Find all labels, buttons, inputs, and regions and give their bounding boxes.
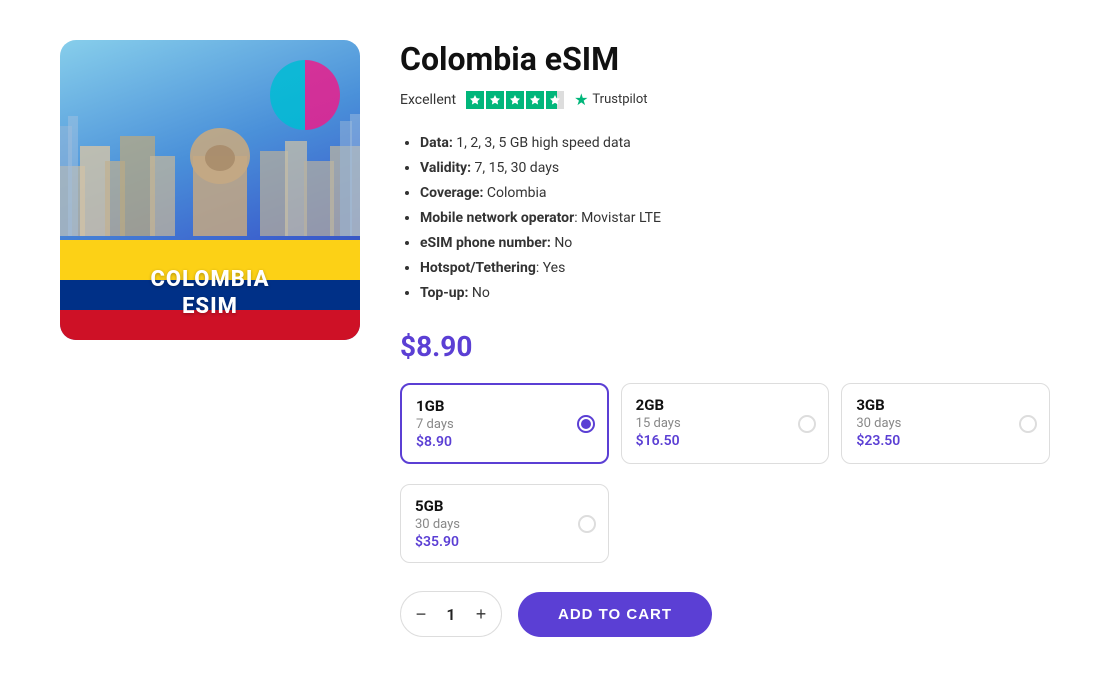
- star-5-half: [546, 91, 564, 109]
- trustpilot-logo: ★ Trustpilot: [574, 90, 647, 109]
- feature-data: Data: 1, 2, 3, 5 GB high speed data: [420, 133, 1050, 154]
- star-3: [506, 91, 524, 109]
- plan-3gb-name: 3GB: [856, 396, 1035, 414]
- plan-2gb[interactable]: 2GB 15 days $16.50: [621, 383, 830, 464]
- plan-2gb-name: 2GB: [636, 396, 815, 414]
- star-4: [526, 91, 544, 109]
- feature-coverage: Coverage: Colombia: [420, 183, 1050, 204]
- feature-topup: Top-up: No: [420, 283, 1050, 304]
- trustpilot-row: Excellent ★ Trustp: [400, 90, 1050, 109]
- plan-1gb-price: $8.90: [416, 434, 593, 450]
- image-label: COLOMBIA ESIM: [60, 267, 360, 320]
- plan-3gb-radio: [1019, 415, 1037, 433]
- feature-validity: Validity: 7, 15, 30 days: [420, 158, 1050, 179]
- star-2: [486, 91, 504, 109]
- plan-1gb-days: 7 days: [416, 417, 593, 432]
- qty-minus-button[interactable]: −: [405, 598, 437, 630]
- plan-row-2: 5GB 30 days $35.90: [400, 484, 1050, 563]
- qty-value: 1: [437, 605, 465, 624]
- trustpilot-star-icon: ★: [574, 90, 588, 109]
- feature-hotspot: Hotspot/Tethering: Yes: [420, 258, 1050, 279]
- star-1: [466, 91, 484, 109]
- features-list: Data: 1, 2, 3, 5 GB high speed data Vali…: [400, 133, 1050, 304]
- plan-3gb-price: $23.50: [856, 433, 1035, 449]
- product-title: Colombia eSIM: [400, 40, 1050, 78]
- plan-5gb[interactable]: 5GB 30 days $35.90: [400, 484, 609, 563]
- plan-3gb-days: 30 days: [856, 416, 1035, 431]
- price-display: $8.90: [400, 330, 1050, 363]
- plan-2gb-days: 15 days: [636, 416, 815, 431]
- city-skyline: [60, 106, 360, 240]
- feature-network: Mobile network operator: Movistar LTE: [420, 208, 1050, 229]
- plan-1gb-name: 1GB: [416, 397, 593, 415]
- stars-container: [466, 91, 564, 109]
- plan-2gb-radio: [798, 415, 816, 433]
- plan-grid: 1GB 7 days $8.90 2GB 15 days $16.50 3GB …: [400, 383, 1050, 464]
- product-container: COLOMBIA ESIM Colombia eSIM Excellent: [0, 0, 1110, 677]
- excellent-label: Excellent: [400, 92, 456, 108]
- feature-esim-number: eSIM phone number: No: [420, 233, 1050, 254]
- plan-1gb-radio: [577, 415, 595, 433]
- radio-dot-inner: [581, 419, 591, 429]
- quantity-control: − 1 +: [400, 591, 502, 637]
- product-image: COLOMBIA ESIM: [60, 40, 360, 340]
- plan-3gb[interactable]: 3GB 30 days $23.50: [841, 383, 1050, 464]
- trustpilot-label: Trustpilot: [592, 92, 647, 107]
- plan-5gb-days: 30 days: [415, 517, 594, 532]
- plan-5gb-name: 5GB: [415, 497, 594, 515]
- add-to-cart-button[interactable]: ADD TO CART: [518, 592, 712, 637]
- plan-5gb-radio: [578, 515, 596, 533]
- plan-5gb-price: $35.90: [415, 534, 594, 550]
- add-to-cart-row: − 1 + ADD TO CART: [400, 591, 1050, 637]
- plan-1gb[interactable]: 1GB 7 days $8.90: [400, 383, 609, 464]
- image-background: COLOMBIA ESIM: [60, 40, 360, 340]
- product-info: Colombia eSIM Excellent: [400, 40, 1050, 637]
- plan-2gb-price: $16.50: [636, 433, 815, 449]
- qty-plus-button[interactable]: +: [465, 598, 497, 630]
